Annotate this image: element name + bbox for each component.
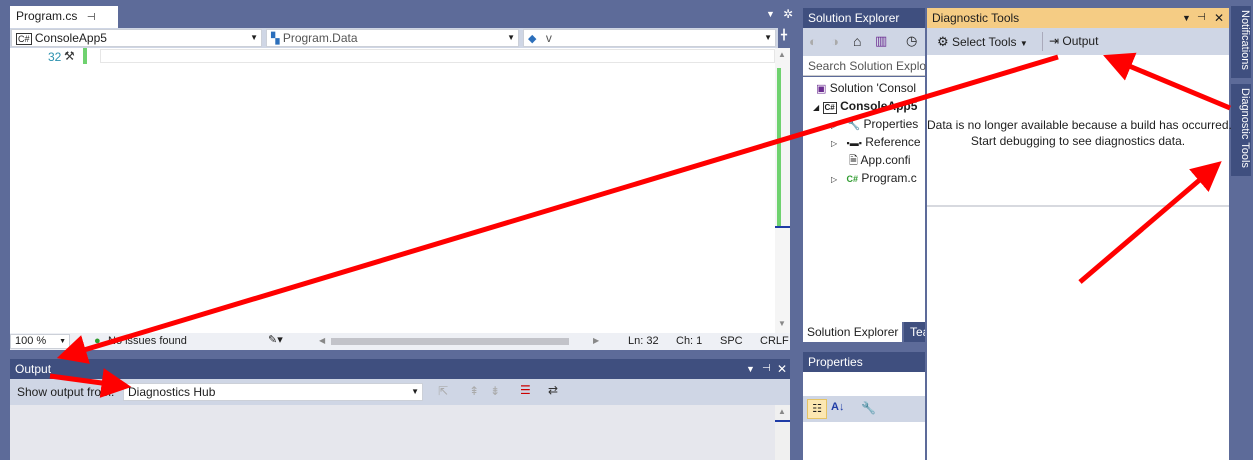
annotation-arrow [1078,161,1222,284]
annotation-arrows-overlay [49,52,1231,398]
annotation-arrow [56,54,1059,364]
annotation-arrow [49,368,132,398]
annotation-arrow [1103,52,1231,111]
